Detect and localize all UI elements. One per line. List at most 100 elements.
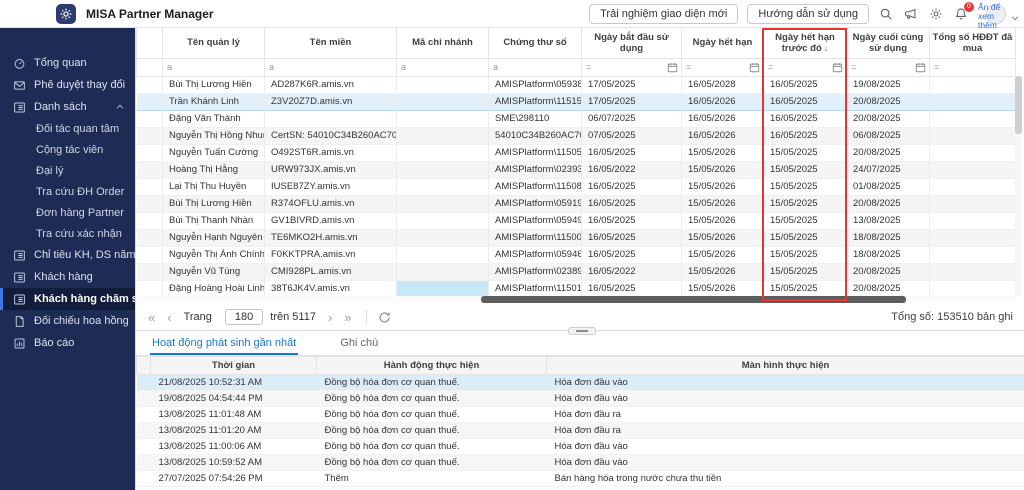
filter-cell-domain[interactable]: a <box>264 57 397 77</box>
cell-manager[interactable]: Bùi Thị Thanh Nhàn <box>162 212 265 230</box>
cell-start[interactable]: 16/05/2025 <box>581 144 682 162</box>
cell-total[interactable] <box>929 246 1016 264</box>
cell-cert[interactable]: 54010C34B260AC70F... <box>488 127 582 145</box>
sidebar-item[interactable]: Danh sách <box>0 96 135 118</box>
sidebar-item[interactable]: Khách hàng <box>0 266 135 288</box>
text-filter-icon[interactable]: a <box>493 62 498 72</box>
activity-cell-screen[interactable]: Hóa đơn đầu vào <box>546 438 1024 455</box>
cell-branch[interactable] <box>396 212 489 230</box>
cell-branch[interactable] <box>396 110 489 128</box>
cell-expire[interactable]: 15/05/2026 <box>681 280 764 298</box>
cell-domain[interactable]: CertSN: 54010C34B260AC70F773C... <box>264 127 397 145</box>
cell-expire[interactable]: 15/05/2026 <box>681 144 764 162</box>
cell-prev_expire[interactable]: 15/05/2025 <box>763 263 847 281</box>
activity-row[interactable]: 13/08/2025 10:59:52 AM Đồng bộ hóa đơn cơ… <box>136 454 1024 471</box>
column-header-total[interactable]: Tổng số HĐĐT đã mua <box>929 28 1016 59</box>
cell-domain[interactable]: R374OFLU.amis.vn <box>264 195 397 213</box>
calendar-icon[interactable] <box>915 62 926 73</box>
cell-total[interactable] <box>929 195 1016 213</box>
cell-total[interactable] <box>929 263 1016 281</box>
cell-prev_expire[interactable]: 16/05/2025 <box>763 92 847 111</box>
filter-cell-total[interactable]: = <box>929 57 1016 77</box>
sidebar-item[interactable]: Phê duyệt thay đổi <box>0 74 135 96</box>
bell-icon[interactable]: 0 <box>953 1 974 22</box>
activity-cell-action[interactable]: Đồng bộ hóa đơn cơ quan thuế. <box>316 422 547 439</box>
cell-branch[interactable] <box>396 229 489 247</box>
cell-domain[interactable]: Z3V20Z7D.amis.vn <box>264 92 397 111</box>
activity-cell-blank[interactable] <box>136 470 151 487</box>
activity-cell-time[interactable]: 13/08/2025 10:59:52 AM <box>150 454 317 471</box>
account-menu[interactable]: Ấn để xem thêm <box>978 1 1019 29</box>
sidebar-item[interactable]: Đối tác quan tâm <box>0 118 135 139</box>
cell-cert[interactable]: AMISPlatform\023893 <box>488 263 582 281</box>
cell-cert[interactable]: AMISPlatform\115080 <box>488 178 582 196</box>
table-row[interactable]: Nguyễn Thị Hồng Nhung CertSN: 54010C34B26… <box>136 127 1016 145</box>
cell-last_use[interactable]: 13/08/2025 <box>846 212 930 230</box>
activity-cell-blank[interactable] <box>136 454 151 471</box>
cell-prev_expire[interactable]: 16/05/2025 <box>763 127 847 145</box>
cell-start[interactable]: 17/05/2025 <box>581 76 682 94</box>
cell-manager[interactable]: Nguyễn Thị Hồng Nhung <box>162 127 265 145</box>
table-row[interactable]: Bùi Thị Lương Hiền AD287K6R.amis.vn AMISPl… <box>136 76 1016 94</box>
chevron-up-icon[interactable] <box>115 102 125 112</box>
activity-cell-time[interactable]: 21/08/2025 10:52:31 AM <box>150 374 317 391</box>
cell-sel[interactable] <box>136 246 163 264</box>
activity-row[interactable]: 13/08/2025 11:00:06 AM Đồng bộ hóa đơn cơ… <box>136 438 1024 455</box>
activity-cell-time[interactable]: 13/08/2025 11:00:06 AM <box>150 438 317 455</box>
text-filter-icon[interactable]: a <box>167 62 172 72</box>
activity-cell-time[interactable]: 19/08/2025 04:54:44 PM <box>150 390 317 407</box>
cell-expire[interactable]: 16/05/2026 <box>681 92 764 111</box>
cell-total[interactable] <box>929 144 1016 162</box>
column-header-branch[interactable]: Mã chi nhánh <box>396 28 489 59</box>
activity-cell-action[interactable]: Đồng bộ hóa đơn cơ quan thuế. <box>316 390 547 407</box>
cell-prev_expire[interactable]: 15/05/2025 <box>763 161 847 179</box>
cell-last_use[interactable]: 06/08/2025 <box>846 127 930 145</box>
table-row[interactable]: Bùi Thị Lương Hiền R374OFLU.amis.vn AMISPl… <box>136 195 1016 213</box>
cell-manager[interactable]: Nguyễn Tuấn Cường <box>162 144 265 162</box>
cell-branch[interactable] <box>396 246 489 264</box>
table-row[interactable]: Nguyễn Hạnh Nguyên TE6MKO2H.amis.vn AMISPl… <box>136 229 1016 247</box>
column-header-prev_expire[interactable]: Ngày hết hạn trước đó ↓ <box>763 28 847 59</box>
cell-last_use[interactable]: 24/07/2025 <box>846 161 930 179</box>
cell-branch[interactable] <box>396 263 489 281</box>
cell-domain[interactable]: GV1BIVRD.amis.vn <box>264 212 397 230</box>
guide-button[interactable]: Hướng dẫn sử dụng <box>747 3 869 24</box>
activity-cell-action[interactable]: Đồng bộ hóa đơn cơ quan thuế. <box>316 454 547 471</box>
cell-start[interactable]: 16/05/2025 <box>581 212 682 230</box>
last-page-button[interactable]: » <box>344 311 351 324</box>
cell-domain[interactable]: TE6MKO2H.amis.vn <box>264 229 397 247</box>
horizontal-scrollbar-thumb[interactable] <box>481 296 906 303</box>
cell-prev_expire[interactable]: 16/05/2025 <box>763 110 847 128</box>
sidebar-item[interactable]: Báo cáo <box>0 332 135 354</box>
page-number-input[interactable]: 180 <box>224 309 264 325</box>
tab-recent-activity[interactable]: Hoạt động phát sinh gần nhất <box>150 337 299 355</box>
cell-last_use[interactable]: 18/08/2025 <box>846 246 930 264</box>
table-row[interactable]: Trần Khánh Linh Z3V20Z7D.amis.vn AMISPlatf… <box>136 92 1016 111</box>
cell-start[interactable]: 16/05/2022 <box>581 161 682 179</box>
activity-cell-screen[interactable]: Hóa đơn đầu vào <box>546 374 1024 391</box>
cell-start[interactable]: 16/05/2025 <box>581 280 682 298</box>
equals-filter-icon[interactable]: = <box>851 62 856 72</box>
cell-total[interactable] <box>929 178 1016 196</box>
activity-cell-action[interactable]: Đồng bộ hóa đơn cơ quan thuế. <box>316 406 547 423</box>
column-header-domain[interactable]: Tên miền <box>264 28 397 59</box>
cell-cert[interactable]: AMISPlatform\115015 <box>488 280 582 298</box>
cell-last_use[interactable]: 20/08/2025 <box>846 144 930 162</box>
cell-expire[interactable]: 15/05/2026 <box>681 212 764 230</box>
activity-cell-blank[interactable] <box>136 406 151 423</box>
cell-sel[interactable] <box>136 229 163 247</box>
activity-cell-screen[interactable]: Hóa đơn đầu vào <box>546 390 1024 407</box>
table-row[interactable]: Nguyễn Tuấn Cường O492ST6R.amis.vn AMISPla… <box>136 144 1016 162</box>
cell-domain[interactable]: F0KKTPRA.amis.vn <box>264 246 397 264</box>
cell-expire[interactable]: 15/05/2026 <box>681 246 764 264</box>
cell-sel[interactable] <box>136 92 163 111</box>
activity-row[interactable]: 13/08/2025 11:01:48 AM Đồng bộ hóa đơn cơ… <box>136 406 1024 423</box>
filter-cell-expire[interactable]: = <box>681 57 764 77</box>
search-icon[interactable] <box>878 6 894 22</box>
cell-sel[interactable] <box>136 195 163 213</box>
cell-manager[interactable]: Bùi Thị Lương Hiền <box>162 76 265 94</box>
filter-cell-cert[interactable]: a <box>488 57 582 77</box>
table-row[interactable]: Lại Thị Thu Huyền IUSE87ZY.amis.vn AMISPla… <box>136 178 1016 196</box>
cell-expire[interactable]: 16/05/2026 <box>681 110 764 128</box>
table-row[interactable]: Hoàng Thị Hằng URW973JX.amis.vn AMISPlatfo… <box>136 161 1016 179</box>
